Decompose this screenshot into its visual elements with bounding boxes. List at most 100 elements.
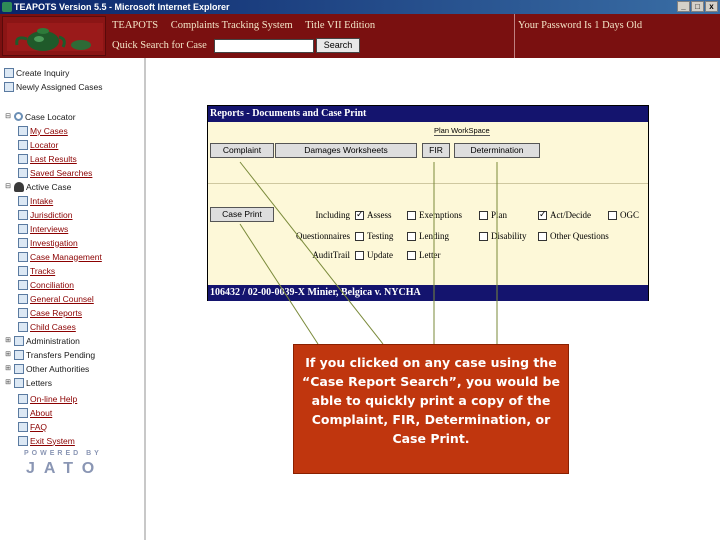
sidebar-item-jurisdiction[interactable]: Jurisdiction (18, 208, 73, 221)
sidebar-item-active-case[interactable]: ⊟ Active Case (4, 180, 71, 193)
collapse-icon[interactable]: ⊟ (4, 183, 12, 191)
sidebar-item-general-counsel[interactable]: General Counsel (18, 292, 94, 305)
disability-checkbox[interactable]: Disability (479, 231, 527, 241)
sidebar-item-case-management[interactable]: Case Management (18, 250, 102, 263)
sidebar-item-other-authorities[interactable]: ⊞ Other Authorities (4, 362, 89, 375)
expand-icon[interactable]: ⊞ (4, 351, 12, 359)
collapse-icon[interactable]: ⊟ (4, 113, 12, 121)
close-button[interactable]: x (705, 1, 718, 12)
document-icon (18, 393, 28, 404)
sidebar-item-newly-assigned-cases[interactable]: Newly Assigned Cases (4, 80, 102, 93)
search-button[interactable]: Search (316, 38, 360, 53)
document-icon (18, 209, 28, 220)
sidebar-item-case-locator[interactable]: ⊟ Case Locator (4, 110, 76, 123)
damages-worksheets-button[interactable]: Damages Worksheets (275, 143, 417, 158)
checkbox-label: OGC (620, 210, 640, 220)
sidebar-item-investigation[interactable]: Investigation (18, 236, 78, 249)
sidebar-item-exit-system[interactable]: Exit System (18, 434, 75, 447)
document-icon (14, 363, 24, 374)
sidebar-item-label: About (30, 407, 53, 418)
testing-checkbox[interactable]: Testing (355, 231, 393, 241)
document-icon (14, 349, 24, 360)
sidebar-nav: Create Inquiry Newly Assigned Cases ⊟ Case … (0, 58, 146, 540)
checkbox-icon[interactable] (407, 231, 416, 241)
letter-checkbox[interactable]: Letter (407, 250, 441, 260)
fir-button[interactable]: FIR (422, 143, 450, 158)
document-icon (18, 293, 28, 304)
document-icon (18, 435, 28, 446)
minimize-button[interactable]: _ (677, 1, 690, 12)
expand-icon[interactable]: ⊞ (4, 379, 12, 387)
checkbox-icon[interactable] (407, 210, 416, 220)
sidebar-item-label: Jurisdiction (30, 209, 73, 220)
sidebar-item-create-inquiry[interactable]: Create Inquiry (4, 66, 69, 79)
sidebar-item-label: Interviews (30, 223, 69, 234)
sidebar-item-case-reports[interactable]: Case Reports (18, 306, 82, 319)
reports-panel-title: Reports - Documents and Case Print (208, 106, 648, 122)
checkbox-label: Exemptions (419, 210, 462, 220)
sidebar-item-my-cases[interactable]: My Cases (18, 124, 68, 137)
checkbox-icon[interactable] (479, 210, 488, 220)
sidebar-item-interviews[interactable]: Interviews (18, 222, 68, 235)
expand-icon[interactable]: ⊞ (4, 337, 12, 345)
app-name: TEAPOTS (112, 20, 159, 31)
sidebar-item-label: Saved Searches (30, 167, 93, 178)
sidebar-item-intake[interactable]: Intake (18, 194, 53, 207)
expand-icon[interactable]: ⊞ (4, 365, 12, 373)
document-icon (18, 421, 28, 432)
plan-workspace-tab[interactable]: Plan WorkSpace (434, 126, 490, 136)
sidebar-item-on-line-help[interactable]: On-line Help (18, 392, 77, 405)
other-questions-checkbox[interactable]: Other Questions (538, 231, 609, 241)
lending-checkbox[interactable]: Lending (407, 231, 449, 241)
complaint-button[interactable]: Complaint (210, 143, 274, 158)
act-decide-checkbox[interactable]: Act/Decide (538, 209, 591, 220)
checkbox-label: Plan (491, 210, 508, 220)
sidebar-item-transfers-pending[interactable]: ⊞ Transfers Pending (4, 348, 95, 361)
maximize-button[interactable]: □ (691, 1, 704, 12)
screen: { "window": { "title": "TEAPOTS Version … (0, 0, 720, 540)
sidebar-item-saved-searches[interactable]: Saved Searches (18, 166, 92, 179)
sidebar-item-label: FAQ (30, 421, 48, 432)
plan-checkbox[interactable]: Plan (479, 210, 507, 220)
sidebar-item-label: Active Case (26, 181, 72, 192)
exemptions-checkbox[interactable]: Exemptions (407, 210, 462, 220)
sidebar-item-locator[interactable]: Locator (18, 138, 58, 151)
determination-button[interactable]: Determination (454, 143, 540, 158)
sidebar-item-last-results[interactable]: Last Results (18, 152, 77, 165)
checkbox-icon[interactable] (407, 250, 416, 260)
sidebar-item-label: Newly Assigned Cases (16, 81, 103, 92)
sidebar-item-conciliation[interactable]: Conciliation (18, 278, 74, 291)
document-icon (14, 335, 24, 346)
jato-logo: JATO (26, 460, 104, 477)
checkbox-icon[interactable] (355, 231, 364, 241)
checkbox-icon[interactable] (538, 231, 547, 241)
sidebar-item-faq[interactable]: FAQ (18, 420, 47, 433)
checkbox-icon[interactable] (355, 250, 364, 260)
update-checkbox[interactable]: Update (355, 250, 393, 260)
sidebar-item-label: Case Management (30, 251, 102, 262)
ogc-checkbox[interactable]: OGC (608, 210, 639, 220)
document-icon (4, 67, 14, 78)
quick-search-input[interactable] (214, 39, 314, 53)
sidebar-item-label: Last Results (30, 153, 77, 164)
checkbox-icon[interactable] (479, 231, 488, 241)
sidebar-item-administration[interactable]: ⊞ Administration (4, 334, 80, 347)
sidebar-item-label: Letters (26, 377, 52, 388)
sidebar-item-label: My Cases (30, 125, 68, 136)
sidebar-item-letters[interactable]: ⊞ Letters (4, 376, 52, 389)
window-controls: _ □ x (677, 1, 718, 12)
sidebar-item-label: Locator (30, 139, 59, 150)
document-icon (14, 377, 24, 388)
callout-box: If you clicked on any case using the “Ca… (293, 344, 569, 474)
checkbox-checked-icon[interactable] (355, 209, 364, 220)
sidebar-item-label: On-line Help (30, 393, 78, 404)
panel-divider (208, 183, 648, 184)
sidebar-item-label: Exit System (30, 435, 75, 446)
sidebar-item-child-cases[interactable]: Child Cases (18, 320, 76, 333)
sidebar-item-about[interactable]: About (18, 406, 52, 419)
assess-checkbox[interactable]: Assess (355, 209, 392, 220)
header-divider (514, 14, 515, 58)
checkbox-checked-icon[interactable] (538, 209, 547, 220)
sidebar-item-tracks[interactable]: Tracks (18, 264, 55, 277)
checkbox-icon[interactable] (608, 210, 617, 220)
